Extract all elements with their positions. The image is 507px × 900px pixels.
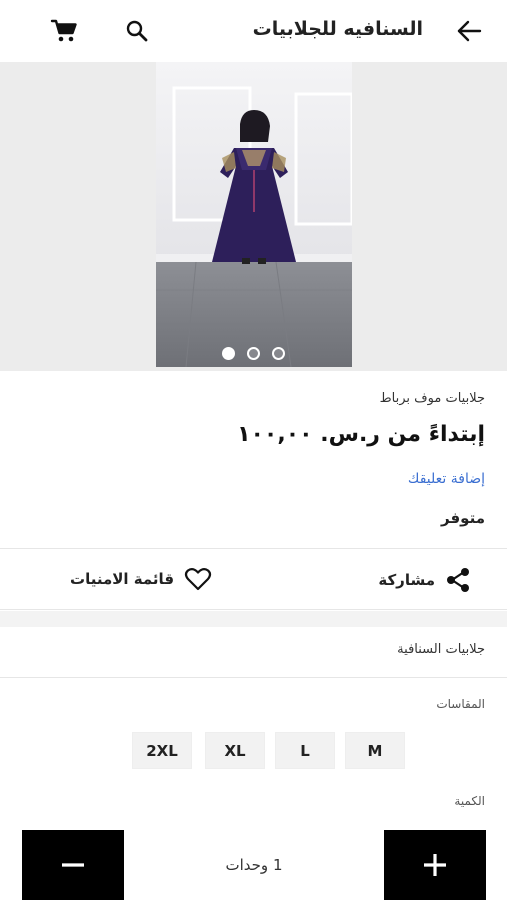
gallery-dot[interactable]: [247, 347, 260, 360]
quantity-value: 1 وحدات: [225, 856, 283, 874]
product-actions-bar: مشاركة قائمة الامنيات: [0, 548, 507, 610]
size-option-m[interactable]: M: [345, 732, 405, 769]
app-header: السنافيه للجلابيات: [0, 0, 507, 62]
share-label: مشاركة: [378, 571, 435, 589]
section-divider: [0, 611, 507, 627]
wishlist-label: قائمة الامنيات: [70, 570, 175, 588]
brand-label: جلابيات السنافية: [397, 642, 485, 657]
increase-quantity-button[interactable]: [384, 830, 486, 900]
gallery-dot[interactable]: [272, 347, 285, 360]
search-button[interactable]: [120, 14, 154, 48]
back-button[interactable]: [452, 14, 486, 48]
minus-icon: [62, 863, 84, 867]
brand-row[interactable]: جلابيات السنافية: [0, 627, 507, 678]
gallery-dot[interactable]: [222, 347, 235, 360]
size-options: M L XL 2XL: [0, 732, 507, 769]
size-option-2xl[interactable]: 2XL: [132, 732, 192, 769]
sizes-label: المقاسات: [436, 697, 485, 711]
cart-button[interactable]: [47, 14, 81, 48]
share-icon: [447, 568, 469, 592]
size-option-xl[interactable]: XL: [205, 732, 265, 769]
add-review-link[interactable]: إضافة تعليقك: [408, 471, 485, 487]
product-gallery[interactable]: [0, 62, 507, 371]
size-option-l[interactable]: L: [275, 732, 335, 769]
quantity-label: الكمية: [454, 794, 485, 808]
arrow-left-icon: [457, 20, 482, 42]
share-button[interactable]: مشاركة: [378, 567, 471, 593]
heart-icon: [184, 568, 212, 591]
quantity-stepper: 1 وحدات: [22, 830, 486, 900]
decrease-quantity-button[interactable]: [22, 830, 124, 900]
page-title: السنافيه للجلابيات: [252, 18, 423, 40]
product-photo: [156, 62, 352, 367]
cart-icon: [50, 19, 77, 42]
plus-icon: [424, 854, 446, 876]
product-price: إبتداءً من ر.س. ١٠٠,٠٠: [237, 422, 485, 447]
wishlist-button[interactable]: قائمة الامنيات: [70, 567, 212, 591]
product-name: جلابيات موف برباط: [379, 391, 485, 406]
gallery-pagination: [0, 347, 507, 360]
search-icon: [126, 20, 148, 42]
stock-status: متوفر: [441, 509, 485, 527]
